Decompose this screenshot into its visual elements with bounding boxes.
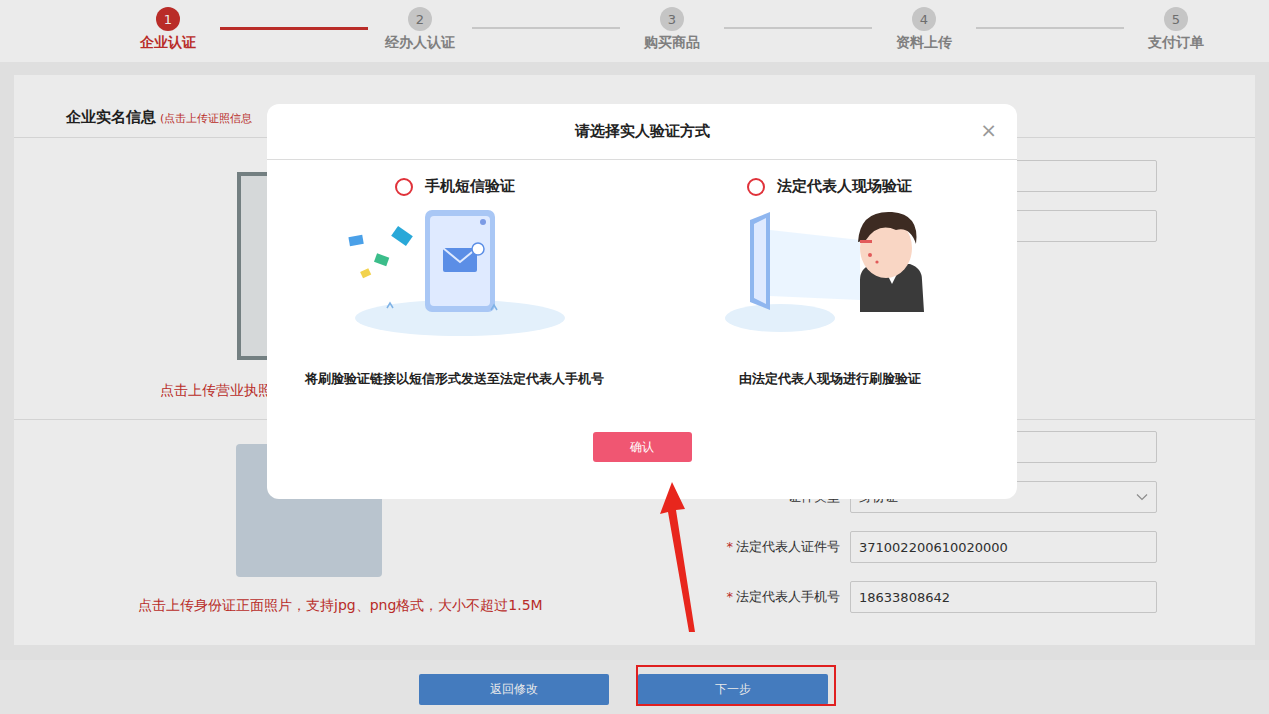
option-description: 由法定代表人现场进行刷脸验证 [739,370,921,388]
radio-button[interactable] [395,178,413,196]
option-label: 手机短信验证 [425,177,515,196]
option-list: 手机短信验证将刷脸验证链接以短信形式发送至法定代表人手机号法定代表人现场验证由法… [267,160,1017,388]
option-label: 法定代表人现场验证 [777,177,912,196]
button-wrap: 下一步 [638,674,828,705]
verify-modal: 请选择实人验证方式×手机短信验证将刷脸验证链接以短信形式发送至法定代表人手机号法… [267,104,1017,499]
modal-header: 请选择实人验证方式 × [267,104,1017,160]
face-scan-icon [710,200,950,340]
highlight-box [636,665,836,706]
page: 1企业认证2经办人认证3购买商品4资料上传5支付订单企业实名信息(点击上传证照信… [0,0,1269,714]
sms-phone-icon [335,200,575,340]
option-header: 法定代表人现场验证 [747,177,912,196]
option-header: 手机短信验证 [395,177,515,196]
option-description: 将刷脸验证链接以短信形式发送至法定代表人手机号 [305,370,604,388]
verify-option[interactable]: 法定代表人现场验证由法定代表人现场进行刷脸验证 [642,160,1017,388]
modal-title: 请选择实人验证方式 [575,122,710,141]
verify-option[interactable]: 手机短信验证将刷脸验证链接以短信形式发送至法定代表人手机号 [267,160,642,388]
close-button[interactable]: × [980,118,997,142]
confirm-button[interactable]: 确认 [593,432,692,462]
modal-footer: 确认 [267,388,1017,462]
radio-button[interactable] [747,178,765,196]
